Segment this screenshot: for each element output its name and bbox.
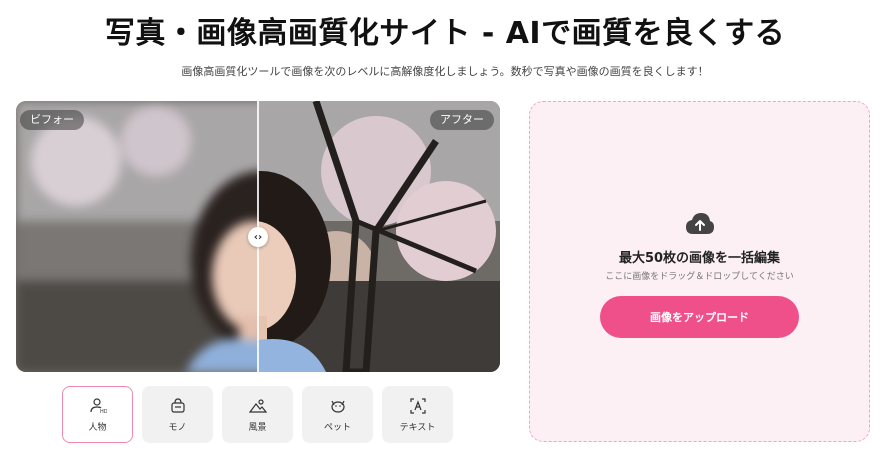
category-tabs: HD 人物 モノ 風景 ペット テキスト: [62, 386, 453, 443]
before-image: [16, 101, 258, 372]
tab-landscape[interactable]: 風景: [222, 386, 293, 443]
after-image: [258, 101, 500, 372]
tab-label: ペット: [323, 423, 351, 433]
page-title: 写真・画像高画質化サイト - AIで画質を良くする: [104, 16, 786, 51]
portrait-photo-after: [258, 101, 500, 372]
upload-dropzone[interactable]: 最大50枚の画像を一括編集 ここに画像をドラッグ＆ドロップしてください 画像をア…: [529, 101, 870, 442]
tab-label: 人物: [88, 423, 107, 433]
product-icon: [168, 396, 188, 416]
tab-label: テキスト: [399, 423, 436, 433]
upload-hint: ここに画像をドラッグ＆ドロップしてください: [605, 272, 794, 282]
portrait-photo-before: [16, 101, 258, 372]
after-label: アフター: [430, 110, 494, 130]
cloud-upload-icon: [685, 212, 715, 236]
landscape-icon: [248, 396, 268, 416]
page-subtitle: 画像高画質化ツールで画像を次のレベルに高解像度化しましょう。数秒で写真や画像の画…: [181, 65, 709, 78]
upload-title: 最大50枚の画像を一括編集: [618, 251, 781, 266]
person-hd-icon: HD: [88, 396, 108, 416]
pet-icon: [328, 396, 348, 416]
before-label: ビフォー: [20, 110, 84, 130]
tab-label: モノ: [168, 423, 187, 433]
tab-label: 風景: [248, 423, 267, 433]
svg-text:HD: HD: [100, 409, 107, 415]
tab-person[interactable]: HD 人物: [62, 386, 133, 443]
before-after-comparison[interactable]: ‹› ビフォー アフター: [16, 101, 500, 372]
tab-pet[interactable]: ペット: [302, 386, 373, 443]
text-icon: [408, 396, 428, 416]
comparison-slider-handle[interactable]: ‹›: [248, 227, 268, 247]
tab-text[interactable]: テキスト: [382, 386, 453, 443]
upload-image-button[interactable]: 画像をアップロード: [600, 296, 799, 338]
tab-product[interactable]: モノ: [142, 386, 213, 443]
